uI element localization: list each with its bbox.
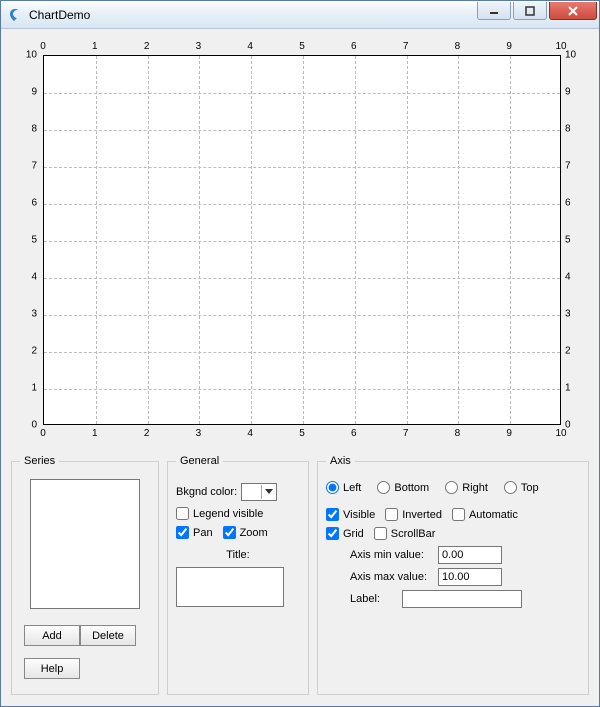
zoom-checkbox[interactable]: Zoom [223, 526, 268, 539]
axis-scrollbar-checkbox[interactable]: ScrollBar [374, 527, 436, 540]
tick-label: 10 [26, 50, 37, 61]
delete-button[interactable]: Delete [80, 625, 136, 646]
legend-visible-checkbox[interactable]: Legend visible [176, 507, 263, 520]
chart[interactable]: 0123456789100123456789100123456789100123… [11, 37, 589, 443]
tick-label: 5 [299, 428, 305, 439]
bkgnd-color-combo[interactable] [241, 483, 277, 501]
tick-label: 3 [31, 309, 37, 320]
axis-top-radio[interactable]: Top [504, 481, 539, 494]
axis-max-label: Axis max value: [350, 571, 438, 583]
tick-label: 8 [31, 124, 37, 135]
tick-label: 3 [565, 309, 571, 320]
axis-automatic-checkbox[interactable]: Automatic [452, 508, 518, 521]
tick-label: 9 [565, 87, 571, 98]
legend-visible-label: Legend visible [193, 508, 263, 520]
plot-area[interactable] [43, 55, 561, 425]
add-button[interactable]: Add [24, 625, 80, 646]
chart-container: 0123456789100123456789100123456789100123… [11, 37, 589, 443]
tick-label: 4 [565, 272, 571, 283]
axis-radio-row: Left Bottom Right Top [326, 481, 580, 494]
tick-label: 6 [565, 198, 571, 209]
client-area: 0123456789100123456789100123456789100123… [1, 29, 599, 706]
general-group: General Bkgnd color: Legend visible [167, 455, 309, 695]
tick-label: 5 [299, 41, 305, 52]
tick-label: 7 [403, 428, 409, 439]
tick-label: 7 [565, 161, 571, 172]
axis-grid-checkbox[interactable]: Grid [326, 527, 364, 540]
tick-label: 1 [565, 383, 571, 394]
help-button[interactable]: Help [24, 658, 80, 679]
axis-min-input[interactable] [438, 546, 502, 564]
titlebar[interactable]: ChartDemo [1, 1, 599, 29]
dropdown-arrow-icon [261, 485, 275, 499]
tick-label: 6 [351, 428, 357, 439]
tick-label: 1 [92, 428, 98, 439]
zoom-label: Zoom [240, 527, 268, 539]
tick-label: 9 [31, 87, 37, 98]
tick-label: 2 [565, 346, 571, 357]
series-group: Series Add Delete Help [11, 455, 159, 695]
axis-min-label: Axis min value: [350, 549, 438, 561]
tick-label: 0 [31, 420, 37, 431]
tick-label: 3 [196, 428, 202, 439]
axis-bottom-radio[interactable]: Bottom [377, 481, 429, 494]
tick-label: 6 [351, 41, 357, 52]
tick-label: 4 [31, 272, 37, 283]
tick-label: 7 [31, 161, 37, 172]
axis-left-radio[interactable]: Left [326, 481, 361, 494]
tick-label: 3 [196, 41, 202, 52]
tick-label: 1 [31, 383, 37, 394]
axis-max-input[interactable] [438, 568, 502, 586]
minimize-button[interactable] [477, 2, 511, 20]
general-legend: General [176, 455, 223, 467]
axis-label-input[interactable] [402, 590, 522, 608]
title-input[interactable] [176, 567, 284, 607]
pan-label: Pan [193, 527, 213, 539]
series-listbox[interactable] [30, 479, 140, 609]
tick-label: 4 [247, 41, 253, 52]
tick-label: 8 [455, 428, 461, 439]
axis-inverted-checkbox[interactable]: Inverted [385, 508, 442, 521]
maximize-button[interactable] [513, 2, 547, 20]
tick-label: 2 [144, 41, 150, 52]
axis-label-label: Label: [350, 593, 402, 605]
app-window: ChartDemo 012345678910012345678910012345… [0, 0, 600, 707]
title-label: Title: [226, 549, 249, 561]
series-legend: Series [20, 455, 59, 467]
window-controls [477, 1, 599, 20]
tick-label: 8 [455, 41, 461, 52]
panels-row: Series Add Delete Help General Bkgnd col… [11, 455, 589, 695]
pan-checkbox[interactable]: Pan [176, 526, 213, 539]
tick-label: 10 [565, 50, 576, 61]
bkgnd-color-label: Bkgnd color: [176, 486, 237, 498]
axis-legend: Axis [326, 455, 355, 467]
tick-label: 6 [31, 198, 37, 209]
series-buttons: Add Delete Help [24, 619, 150, 685]
tick-label: 2 [144, 428, 150, 439]
axis-visible-checkbox[interactable]: Visible [326, 508, 375, 521]
tick-label: 0 [40, 41, 46, 52]
tick-label: 0 [565, 420, 571, 431]
tick-label: 5 [31, 235, 37, 246]
tick-label: 0 [40, 428, 46, 439]
tick-label: 8 [565, 124, 571, 135]
tick-label: 7 [403, 41, 409, 52]
axis-group: Axis Left Bottom Right Top Visible Inver… [317, 455, 589, 695]
tick-label: 2 [31, 346, 37, 357]
axis-right-radio[interactable]: Right [445, 481, 488, 494]
close-button[interactable] [549, 2, 597, 20]
tick-label: 4 [247, 428, 253, 439]
tick-label: 1 [92, 41, 98, 52]
tick-label: 5 [565, 235, 571, 246]
tick-label: 9 [506, 428, 512, 439]
app-icon [7, 7, 23, 23]
tick-label: 9 [506, 41, 512, 52]
